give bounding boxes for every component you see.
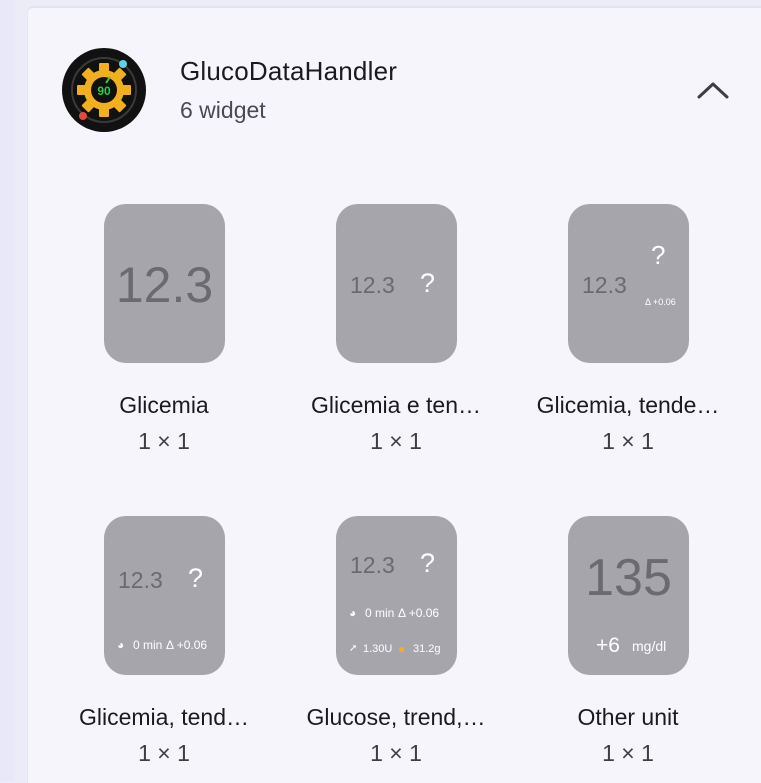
trend-unknown-icon: ? — [420, 268, 436, 298]
app-icon: 90 — [61, 47, 147, 133]
widget-name: Glicemia — [119, 392, 209, 418]
widget-size: 1 × 1 — [602, 428, 654, 454]
delta-value: +6 — [596, 634, 620, 657]
glucose-value: 12.3 — [582, 272, 627, 298]
trend-unknown-icon: ? — [188, 563, 204, 593]
widget-preview: 12.3 ? ◕ 0 min Δ +0.06 — [104, 516, 225, 675]
carbs-value: 31.2g — [413, 643, 441, 655]
widget-size: 1 × 1 — [370, 740, 422, 766]
delta-value: Δ +0.06 — [398, 606, 440, 620]
delta-value: Δ +0.06 — [645, 297, 676, 307]
side-strip — [0, 0, 14, 781]
widget-preview: 135 +6 mg/dl — [568, 516, 689, 675]
widget-preview: 12.3 — [104, 204, 225, 363]
widget-name: Glicemia e ten… — [310, 392, 481, 418]
unit-label: mg/dl — [632, 638, 667, 654]
chevron-up-icon — [697, 82, 729, 99]
widget-size: 1 × 1 — [602, 740, 654, 766]
insulin-value: 1.30U — [363, 643, 393, 655]
burger-icon: ● — [398, 642, 406, 656]
widget-size: 1 × 1 — [138, 740, 190, 766]
clock-icon: ◕ — [349, 606, 357, 620]
widget-count: 6 widget — [180, 97, 266, 123]
widget-preview: 12.3 ? — [336, 204, 457, 363]
collapse-button[interactable] — [690, 72, 736, 108]
trend-unknown-icon: ? — [420, 548, 436, 578]
syringe-icon: ➚ — [349, 643, 358, 654]
widget-name: Glicemia, tend… — [78, 704, 249, 730]
glucose-value: 135 — [585, 549, 672, 607]
glucose-value: 12.3 — [118, 567, 163, 593]
app-icon-value: 90 — [97, 84, 111, 98]
widget-name: Glucose, trend,… — [306, 704, 486, 730]
glucose-value: 12.3 — [350, 272, 395, 298]
time-ago: 0 min — [365, 606, 395, 620]
widget-name: Glicemia, tende… — [536, 392, 720, 418]
clock-icon: ◕ — [117, 638, 125, 652]
widget-preview: 12.3 ? ◕ 0 min Δ +0.06 ➚ 1.30U ● 31.2g — [336, 516, 457, 675]
trend-unknown-icon: ? — [651, 240, 666, 270]
time-ago: 0 min — [133, 638, 163, 652]
glucose-value: 12.3 — [115, 257, 214, 313]
glucose-value: 12.3 — [350, 552, 395, 578]
app-title: GlucoDataHandler — [180, 56, 398, 86]
delta-value: Δ +0.06 — [166, 638, 208, 652]
widget-name: Other unit — [577, 704, 679, 730]
widget-size: 1 × 1 — [138, 428, 190, 454]
widget-preview: ? 12.3 Δ +0.06 — [568, 204, 689, 363]
widget-size: 1 × 1 — [370, 428, 422, 454]
